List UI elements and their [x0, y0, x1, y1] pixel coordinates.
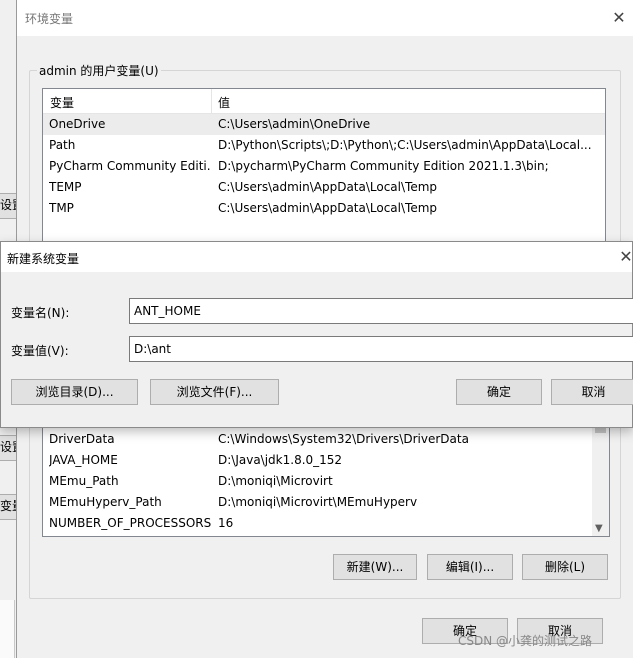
dialog-title: 新建系统变量: [7, 252, 80, 266]
delete-system-var-button[interactable]: 删除(L): [522, 554, 608, 580]
var-name: PyCharm Community Editi...: [49, 159, 211, 173]
list-header: 变量 值: [43, 89, 605, 114]
var-name: MEmu_Path: [49, 474, 119, 488]
var-value: D:\Java\jdk1.8.0_152: [218, 453, 343, 467]
dialog-close-icon[interactable]: ✕: [619, 247, 633, 267]
var-value: D:\moniqi\Microvirt: [218, 474, 333, 488]
user-vars-list[interactable]: 变量 值 OneDrive C:\Users\admin\OneDrive Pa…: [42, 88, 606, 250]
var-value: D:\pycharm\PyCharm Community Edition 202…: [218, 159, 549, 173]
var-value: C:\Windows\System32\Drivers\DriverData: [218, 432, 469, 446]
var-name-input[interactable]: ANT_HOME: [129, 298, 633, 324]
var-value: C:\Users\admin\AppData\Local\Temp: [218, 201, 438, 215]
var-name: Path: [49, 138, 76, 152]
background-variable-button[interactable]: 变量: [0, 494, 17, 520]
table-row[interactable]: TMP C:\Users\admin\AppData\Local\Temp: [43, 198, 605, 219]
table-row[interactable]: JAVA_HOME D:\Java\jdk1.8.0_152: [43, 450, 609, 471]
var-name-label: 变量名(N):: [11, 306, 70, 320]
user-vars-group-label: admin 的用户变量(U): [37, 62, 161, 79]
env-window-titlebar: 环境变量 ✕: [17, 0, 633, 36]
table-row[interactable]: OneDrive C:\Users\admin\OneDrive: [43, 114, 605, 135]
var-value: 16: [218, 516, 234, 530]
var-value: D:\moniqi\Microvirt\MEmuHyperv: [218, 495, 418, 509]
dialog-titlebar: 新建系统变量 ✕: [1, 242, 633, 272]
background-settings-button-2[interactable]: 设置: [0, 435, 17, 461]
table-row[interactable]: NUMBER_OF_PROCESSORS 16: [43, 513, 609, 534]
var-value-label: 变量值(V):: [11, 344, 69, 358]
scroll-down-icon[interactable]: ▼: [595, 523, 603, 534]
watermark: CSDN @小龚的测试之路: [458, 634, 593, 648]
var-name: DriverData: [49, 432, 115, 446]
close-icon[interactable]: ✕: [609, 8, 629, 28]
var-name: TEMP: [49, 180, 82, 194]
table-row[interactable]: MEmu_Path D:\moniqi\Microvirt: [43, 471, 609, 492]
edit-system-var-button[interactable]: 编辑(I)...: [427, 554, 513, 580]
column-header-value[interactable]: 值: [218, 94, 230, 111]
browse-directory-button[interactable]: 浏览目录(D)...: [11, 379, 138, 405]
background-panel: [0, 600, 15, 658]
var-name: TMP: [49, 201, 74, 215]
table-row[interactable]: Path D:\Python\Scripts\;D:\Python\;C:\Us…: [43, 135, 605, 156]
table-row[interactable]: PyCharm Community Editi... D:\pycharm\Py…: [43, 156, 605, 177]
new-system-var-dialog: 新建系统变量 ✕ 变量名(N): ANT_HOME 变量值(V): D:\ant…: [0, 241, 633, 428]
var-value: C:\Users\admin\AppData\Local\Temp: [218, 180, 438, 194]
var-value: D:\Python\Scripts\;D:\Python\;C:\Users\a…: [218, 138, 592, 152]
table-row[interactable]: MEmuHyperv_Path D:\moniqi\Microvirt\MEmu…: [43, 492, 609, 513]
table-row[interactable]: DriverData C:\Windows\System32\Drivers\D…: [43, 429, 609, 450]
var-value-input[interactable]: D:\ant: [129, 336, 633, 362]
column-divider[interactable]: [211, 89, 212, 113]
dialog-ok-button[interactable]: 确定: [456, 379, 542, 405]
browse-file-button[interactable]: 浏览文件(F)...: [150, 379, 279, 405]
table-row[interactable]: TEMP C:\Users\admin\AppData\Local\Temp: [43, 177, 605, 198]
var-name: MEmuHyperv_Path: [49, 495, 162, 509]
var-name: OneDrive: [49, 117, 106, 131]
column-header-name[interactable]: 变量: [50, 94, 74, 111]
new-system-var-button[interactable]: 新建(W)...: [333, 554, 417, 580]
var-name: JAVA_HOME: [49, 453, 118, 467]
env-window-title: 环境变量: [25, 12, 74, 26]
dialog-cancel-button[interactable]: 取消: [551, 379, 633, 405]
var-name: NUMBER_OF_PROCESSORS: [49, 516, 211, 530]
var-value: C:\Users\admin\OneDrive: [218, 117, 371, 131]
background-settings-button[interactable]: 设置: [0, 193, 17, 219]
